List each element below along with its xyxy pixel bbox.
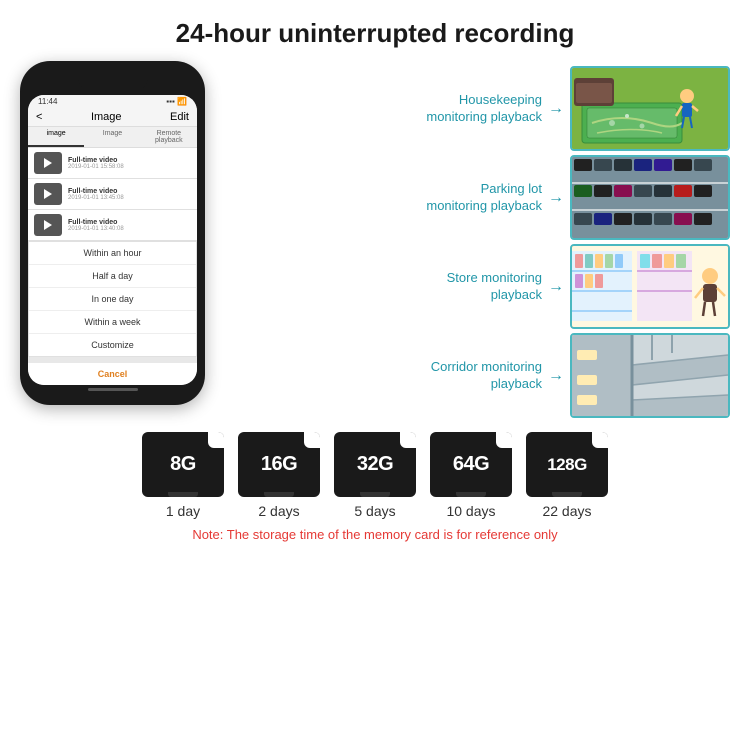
sd-card-item-3: 64G 10 days: [430, 432, 512, 519]
video-item-3[interactable]: Full-time video 2019-01-01 13:40:08: [28, 210, 197, 241]
phone-header-title: Image: [91, 111, 122, 123]
scene-corridor: [572, 335, 728, 416]
sd-card-0: 8G: [142, 432, 224, 497]
sd-card-item-4: 128G 22 days: [526, 432, 608, 519]
sd-card-label-1: 16G: [261, 453, 297, 476]
dropdown-item-0[interactable]: Within an hour: [29, 242, 196, 265]
monitoring-row-1: Parking lotmonitoring playback →: [230, 155, 730, 240]
sd-card-label-3: 64G: [453, 453, 489, 476]
sd-card-1: 16G: [238, 432, 320, 497]
phone-statusbar: 11:44 ▪▪▪ 📶: [28, 95, 197, 108]
phone-status-icons: ▪▪▪ 📶: [166, 97, 187, 106]
sd-card-label-0: 8G: [170, 453, 196, 476]
sd-card-4: 128G: [526, 432, 608, 497]
sd-notch-2: [360, 492, 390, 497]
phone-mockup: 11:44 ▪▪▪ 📶 < Image Edit image Image Rem…: [20, 61, 220, 405]
sd-card-label-2: 32G: [357, 453, 393, 476]
connector-2: →: [548, 278, 564, 296]
scene-store: [572, 246, 728, 327]
phone-home-bar: [28, 385, 197, 393]
play-icon-1: [44, 158, 52, 168]
video-info-1: Full-time video 2019-01-01 15:58:08: [68, 157, 124, 170]
scene-parking: [572, 157, 728, 238]
video-thumb-3: [34, 214, 62, 236]
page-title: 24-hour uninterrupted recording: [0, 0, 750, 61]
sd-days-1: 2 days: [258, 503, 299, 519]
phone-time: 11:44: [38, 97, 57, 106]
video-date-1: 2019-01-01 15:58:08: [68, 164, 124, 170]
phone-header: < Image Edit: [28, 108, 197, 127]
video-date-3: 2019-01-01 13:40:08: [68, 226, 124, 232]
sd-card-item-0: 8G 1 day: [142, 432, 224, 519]
video-title-2: Full-time video: [68, 188, 124, 195]
sd-days-3: 10 days: [446, 503, 495, 519]
connector-3: →: [548, 367, 564, 385]
note-text: Note: The storage time of the memory car…: [192, 527, 557, 542]
monitoring-row-3: Corridor monitoringplayback →: [230, 333, 730, 418]
phone-home-line: [88, 388, 138, 391]
monitoring-img-2: [570, 244, 730, 329]
sd-notch-3: [456, 492, 486, 497]
sd-days-4: 22 days: [542, 503, 591, 519]
phone-tab-image2[interactable]: Image: [84, 127, 140, 147]
monitoring-row-2: Store monitoringplayback →: [230, 244, 730, 329]
sd-section: 8G 1 day 16G 2 days 32G 5 days 64G 10: [0, 432, 750, 519]
scene-housekeeping: [572, 68, 728, 149]
monitoring-img-3: [570, 333, 730, 418]
monitoring-section: Housekeepingmonitoring playback →: [230, 61, 730, 418]
monitoring-img-0: [570, 66, 730, 151]
connector-1: →: [548, 189, 564, 207]
monitoring-label-1: Parking lotmonitoring playback: [230, 181, 542, 215]
play-icon-3: [44, 220, 52, 230]
video-title-3: Full-time video: [68, 219, 124, 226]
note-section: Note: The storage time of the memory car…: [0, 527, 750, 542]
play-icon-2: [44, 189, 52, 199]
dropdown-item-1[interactable]: Half a day: [29, 265, 196, 288]
connector-0: →: [548, 100, 564, 118]
phone-tab-image[interactable]: image: [28, 127, 84, 147]
monitoring-label-0: Housekeepingmonitoring playback: [230, 92, 542, 126]
monitoring-label-3: Corridor monitoringplayback: [230, 359, 542, 393]
sd-card-2: 32G: [334, 432, 416, 497]
sd-days-2: 5 days: [354, 503, 395, 519]
video-title-1: Full-time video: [68, 157, 124, 164]
main-content: 11:44 ▪▪▪ 📶 < Image Edit image Image Rem…: [0, 61, 750, 418]
sd-days-0: 1 day: [166, 503, 200, 519]
phone-notch: [78, 73, 148, 91]
sd-card-3: 64G: [430, 432, 512, 497]
sd-notch-0: [168, 492, 198, 497]
phone-body: 11:44 ▪▪▪ 📶 < Image Edit image Image Rem…: [20, 61, 205, 405]
page: 24-hour uninterrupted recording 11:44 ▪▪…: [0, 0, 750, 750]
sd-card-item-2: 32G 5 days: [334, 432, 416, 519]
sd-notch-1: [264, 492, 294, 497]
sd-card-label-4: 128G: [547, 455, 587, 475]
video-date-2: 2019-01-01 13:45:08: [68, 195, 124, 201]
phone-tab-remote[interactable]: Remote playback: [141, 127, 197, 147]
video-info-2: Full-time video 2019-01-01 13:45:08: [68, 188, 124, 201]
monitoring-img-1: [570, 155, 730, 240]
phone-dropdown: Within an hour Half a day In one day Wit…: [28, 241, 197, 357]
sd-notch-4: [552, 492, 582, 497]
monitoring-row-0: Housekeepingmonitoring playback →: [230, 66, 730, 151]
video-thumb-1: [34, 152, 62, 174]
dropdown-item-4[interactable]: Customize: [29, 334, 196, 356]
dropdown-item-2[interactable]: In one day: [29, 288, 196, 311]
video-item-1[interactable]: Full-time video 2019-01-01 15:58:08: [28, 148, 197, 179]
video-thumb-2: [34, 183, 62, 205]
phone-tabs: image Image Remote playback: [28, 127, 197, 148]
phone-screen: 11:44 ▪▪▪ 📶 < Image Edit image Image Rem…: [28, 95, 197, 385]
cancel-button[interactable]: Cancel: [28, 357, 197, 385]
phone-edit-btn[interactable]: Edit: [170, 111, 189, 123]
video-item-2[interactable]: Full-time video 2019-01-01 13:45:08: [28, 179, 197, 210]
dropdown-item-3[interactable]: Within a week: [29, 311, 196, 334]
sd-card-item-1: 16G 2 days: [238, 432, 320, 519]
phone-back[interactable]: <: [36, 111, 42, 123]
video-info-3: Full-time video 2019-01-01 13:40:08: [68, 219, 124, 232]
monitoring-label-2: Store monitoringplayback: [230, 270, 542, 304]
